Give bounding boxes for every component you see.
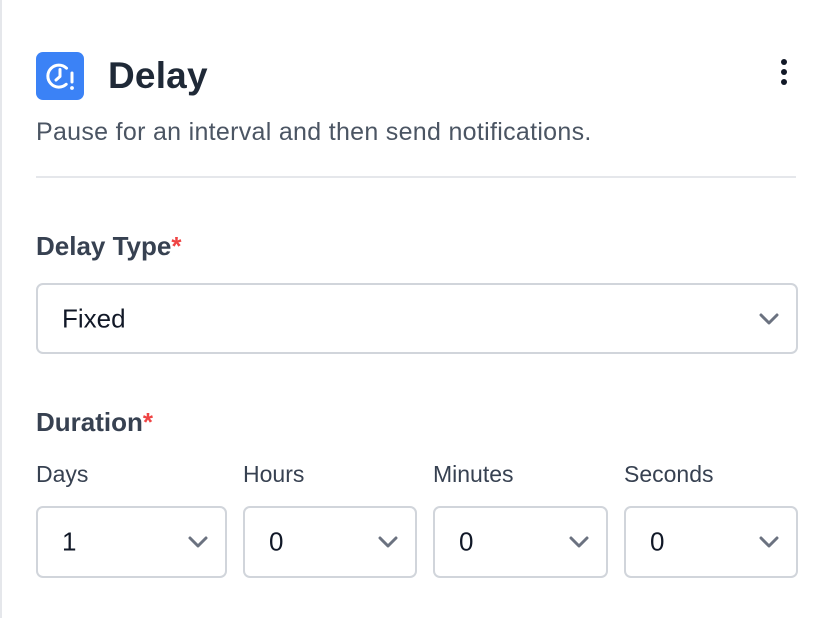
panel-description: Pause for an interval and then send noti…: [36, 118, 592, 146]
delay-settings-panel: Delay Pause for an interval and then sen…: [0, 0, 828, 618]
hours-select[interactable]: 0: [243, 506, 417, 578]
divider: [36, 176, 796, 178]
panel-header: Delay: [36, 52, 796, 100]
days-select[interactable]: 1: [36, 506, 227, 578]
delay-type-label-text: Delay Type: [36, 231, 172, 261]
chevron-down-icon: [759, 536, 779, 548]
days-label: Days: [36, 461, 89, 487]
more-vertical-icon: [781, 59, 787, 65]
seconds-value: 0: [650, 526, 665, 557]
delay-type-label: Delay Type*: [36, 230, 181, 262]
minutes-value: 0: [459, 526, 474, 557]
seconds-select[interactable]: 0: [624, 506, 798, 578]
days-value: 1: [62, 526, 77, 557]
page-title: Delay: [108, 55, 208, 96]
minutes-label: Minutes: [433, 461, 514, 487]
more-vertical-icon-dot: [781, 79, 787, 85]
required-mark: *: [171, 231, 182, 261]
duration-label: Duration*: [36, 406, 153, 438]
chevron-down-icon: [378, 536, 398, 548]
hours-label: Hours: [243, 461, 305, 487]
hours-value: 0: [269, 526, 284, 557]
minutes-select[interactable]: 0: [433, 506, 608, 578]
delay-type-value: Fixed: [62, 303, 126, 333]
seconds-label: Seconds: [624, 461, 714, 487]
clock-alert-icon: [36, 52, 84, 100]
chevron-down-icon: [188, 536, 208, 548]
chevron-down-icon: [759, 313, 779, 324]
more-vertical-icon-dot: [781, 69, 787, 75]
duration-label-text: Duration: [36, 407, 143, 437]
required-mark: *: [142, 407, 154, 437]
delay-type-select[interactable]: Fixed: [36, 283, 798, 354]
chevron-down-icon: [569, 536, 589, 548]
more-options-button[interactable]: [772, 56, 796, 90]
